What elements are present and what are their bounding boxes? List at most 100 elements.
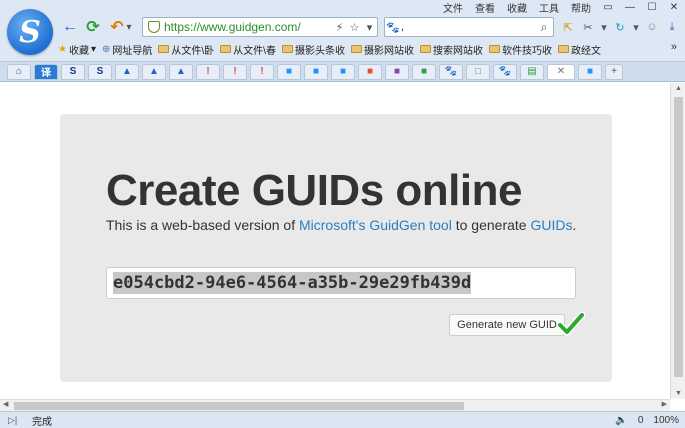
tab-windows2[interactable]: ■ [304,63,328,80]
menu-bar: 文件 查看 收藏 工具 帮助 ▭ — ☐ ✕ [441,0,681,15]
tab-s1[interactable]: S [61,63,85,80]
guidgen-tool-link[interactable]: Microsoft's GuidGen tool [299,217,452,233]
tab-alert2[interactable]: ! [223,63,247,80]
address-bar[interactable]: https://www.guidgen.com/ ⚡ ☆ ▾ [142,17,378,37]
translate-icon[interactable]: ↻ [612,19,628,35]
tab-strip: ⌂ 译 S S ▲ ▲ ▲ ! ! ! ■ ■ ■ ■ ■ ■ 🐾 □ 🐾 ▤ … [0,62,685,82]
tab-alert3[interactable]: ! [250,63,274,80]
bookmark-item[interactable]: 摄影网站收 [350,42,414,57]
tab-translate[interactable]: 译 [34,63,58,80]
folder-icon [557,45,569,53]
bookmark-label: 从文件\卧 [171,45,215,57]
globe-icon: ⊕ [102,43,111,55]
tab-color2[interactable]: ■ [385,63,409,80]
status-right: 🔈 0 100% [615,415,679,426]
back-button[interactable]: ← [61,18,79,36]
search-icon[interactable]: ⌕ [535,20,553,35]
checkmark-icon [557,311,585,336]
tab-baidu1[interactable]: 🐾 [439,63,463,80]
subtitle-text: This is a web-based version of [106,217,299,233]
menu-view[interactable]: 查看 [473,0,497,15]
vertical-scroll-thumb[interactable] [674,97,683,377]
download-icon[interactable]: ⤓ [664,19,680,35]
address-url[interactable]: https://www.guidgen.com/ [164,20,332,34]
bookmark-item[interactable]: 软件技巧收 [488,42,552,57]
tab-baidu2[interactable]: 🐾 [493,63,517,80]
undo-dropdown-icon[interactable]: ▾ [124,18,134,36]
address-dropdown-icon[interactable]: ▾ [362,21,377,34]
tab-active-close[interactable]: ✕ [547,63,575,80]
scissors-icon[interactable]: ✂ [580,19,596,35]
tab-alert1[interactable]: ! [196,63,220,80]
tab-drop3[interactable]: ▲ [169,63,193,80]
bookmark-item[interactable]: 搜索网站收 [419,42,483,57]
bolt-icon[interactable]: ⚡ [332,21,347,34]
tab-windows3[interactable]: ■ [331,63,355,80]
scroll-left-icon[interactable]: ◀ [3,400,8,408]
search-input[interactable]: , [401,21,535,33]
bookmark-item[interactable]: 从文件\春 [220,42,276,57]
menu-file[interactable]: 文件 [441,0,465,15]
guids-link[interactable]: GUIDs [530,217,572,233]
security-shield-icon [148,21,160,33]
guid-value[interactable]: e054cbd2-94e6-4564-a35b-29e29fb439d [113,272,472,294]
tab-s2[interactable]: S [88,63,112,80]
user-icon[interactable]: ☺ [644,19,660,35]
star-favorite-icon[interactable]: ☆ [347,21,362,34]
tab-home[interactable]: ⌂ [7,63,31,80]
browser-window: S 文件 查看 收藏 工具 帮助 ▭ — ☐ ✕ ← ⟳ ↶ ▾ https:/… [0,0,685,428]
tab-color3[interactable]: ■ [412,63,436,80]
menu-favorites[interactable]: 收藏 [505,0,529,15]
folder-icon [220,45,232,53]
bookmark-label: 网址导航 [112,45,153,57]
minimize-button[interactable]: — [623,2,637,13]
skin-icon[interactable]: ▭ [601,2,615,13]
refresh-button[interactable]: ⟳ [84,18,102,36]
bookmark-item[interactable]: ⊕ 网址导航 [102,42,152,57]
horizontal-scrollbar[interactable]: ◀ ▶ [0,399,670,411]
translate-dropdown-icon[interactable]: ▾ [632,19,640,35]
scissors-dropdown-icon[interactable]: ▾ [600,19,608,35]
tab-drop1[interactable]: ▲ [115,63,139,80]
logo-letter-icon: S [19,14,41,50]
bookmark-item[interactable]: 从文件\卧 [158,42,214,57]
browser-logo[interactable]: S [7,9,53,55]
subtitle-text: to generate [451,217,531,233]
bookmark-label: 从文件\春 [233,45,276,57]
scroll-right-icon[interactable]: ▶ [662,400,667,408]
bookmark-label: 收藏 [68,45,89,57]
volume-icon[interactable]: 🔈 [615,415,627,426]
download-count[interactable]: 0 [638,415,644,426]
vertical-scrollbar[interactable]: ▲ ▼ [670,83,685,399]
bookmarks-more-button[interactable]: » [671,41,677,53]
scroll-down-icon[interactable]: ▼ [674,390,683,397]
fullscreen-icon[interactable]: ⇱ [560,19,576,35]
guid-output-field[interactable]: e054cbd2-94e6-4564-a35b-29e29fb439d [106,267,576,299]
baidu-paw-icon[interactable]: 🐾 [385,21,401,34]
bookmark-item[interactable]: 政经文 [557,42,601,57]
tab-blank[interactable]: □ [466,63,490,80]
maximize-button[interactable]: ☐ [645,2,659,13]
horizontal-scroll-thumb[interactable] [14,402,464,410]
menu-help[interactable]: 帮助 [569,0,593,15]
scroll-up-icon[interactable]: ▲ [674,85,683,92]
bookmark-label: 软件技巧收 [501,45,552,57]
zoom-level[interactable]: 100% [653,415,679,426]
tab-drop2[interactable]: ▲ [142,63,166,80]
new-tab-button[interactable]: + [605,63,623,80]
bookmark-favorites[interactable]: ★ 收藏 ▾ [58,42,96,57]
menu-tools[interactable]: 工具 [537,0,561,15]
folder-icon [350,45,362,53]
search-box[interactable]: 🐾 , ⌕ [384,17,554,37]
folder-icon [281,45,293,53]
browser-toolbar: S 文件 查看 收藏 工具 帮助 ▭ — ☐ ✕ ← ⟳ ↶ ▾ https:/… [0,0,685,62]
sidebar-toggle-icon[interactable]: ▷| [8,415,24,426]
close-window-button[interactable]: ✕ [667,2,681,13]
tab-color1[interactable]: ■ [358,63,382,80]
folder-icon [488,45,500,53]
generate-guid-button[interactable]: Generate new GUID [449,314,565,336]
tab-windows1[interactable]: ■ [277,63,301,80]
tab-windows4[interactable]: ■ [578,63,602,80]
tab-green[interactable]: ▤ [520,63,544,80]
bookmark-item[interactable]: 摄影头条收 [281,42,345,57]
